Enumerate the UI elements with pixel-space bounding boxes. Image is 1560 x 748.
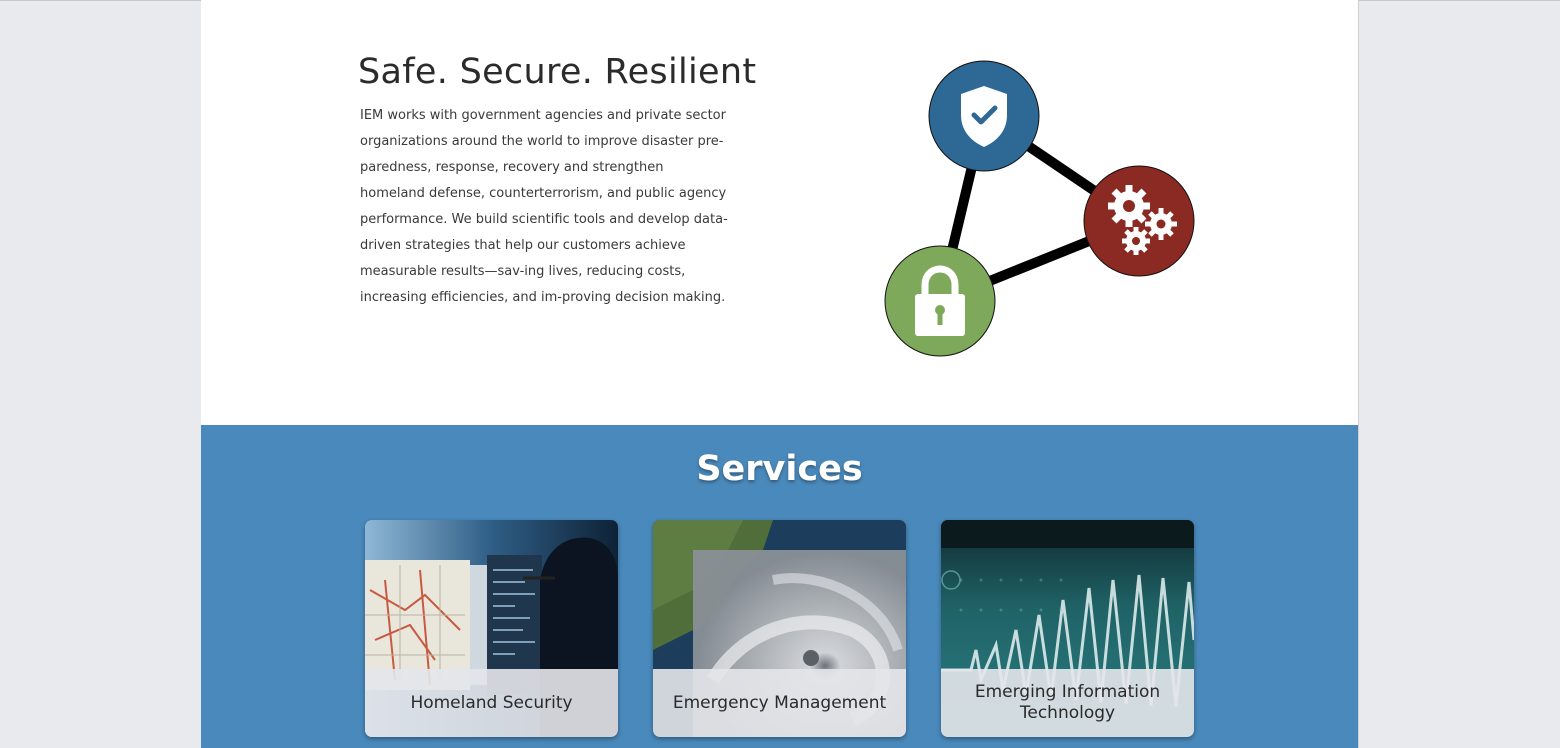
hero-title: Safe. Secure. Resilient <box>358 52 757 92</box>
service-card-emergency-management[interactable]: Emergency Management <box>653 520 906 737</box>
security-triangle-graphic <box>884 60 1195 357</box>
services-section: Services Homeland Security Emergency Man… <box>201 425 1358 748</box>
gears-icon <box>1083 165 1195 277</box>
hero-description: IEM works with government agencies and p… <box>360 108 728 305</box>
service-card-emerging-information-technology[interactable]: Emerging Information Technology <box>941 520 1194 737</box>
card-label: Emerging Information Technology <box>941 669 1194 737</box>
padlock-icon <box>884 245 996 357</box>
service-card-homeland-security[interactable]: Homeland Security <box>365 520 618 737</box>
page-content: Safe. Secure. Resilient IEM works with g… <box>201 0 1359 748</box>
shield-check-icon <box>928 60 1040 172</box>
card-label: Homeland Security <box>365 669 618 737</box>
card-label: Emergency Management <box>653 669 906 737</box>
services-title: Services <box>696 449 863 489</box>
